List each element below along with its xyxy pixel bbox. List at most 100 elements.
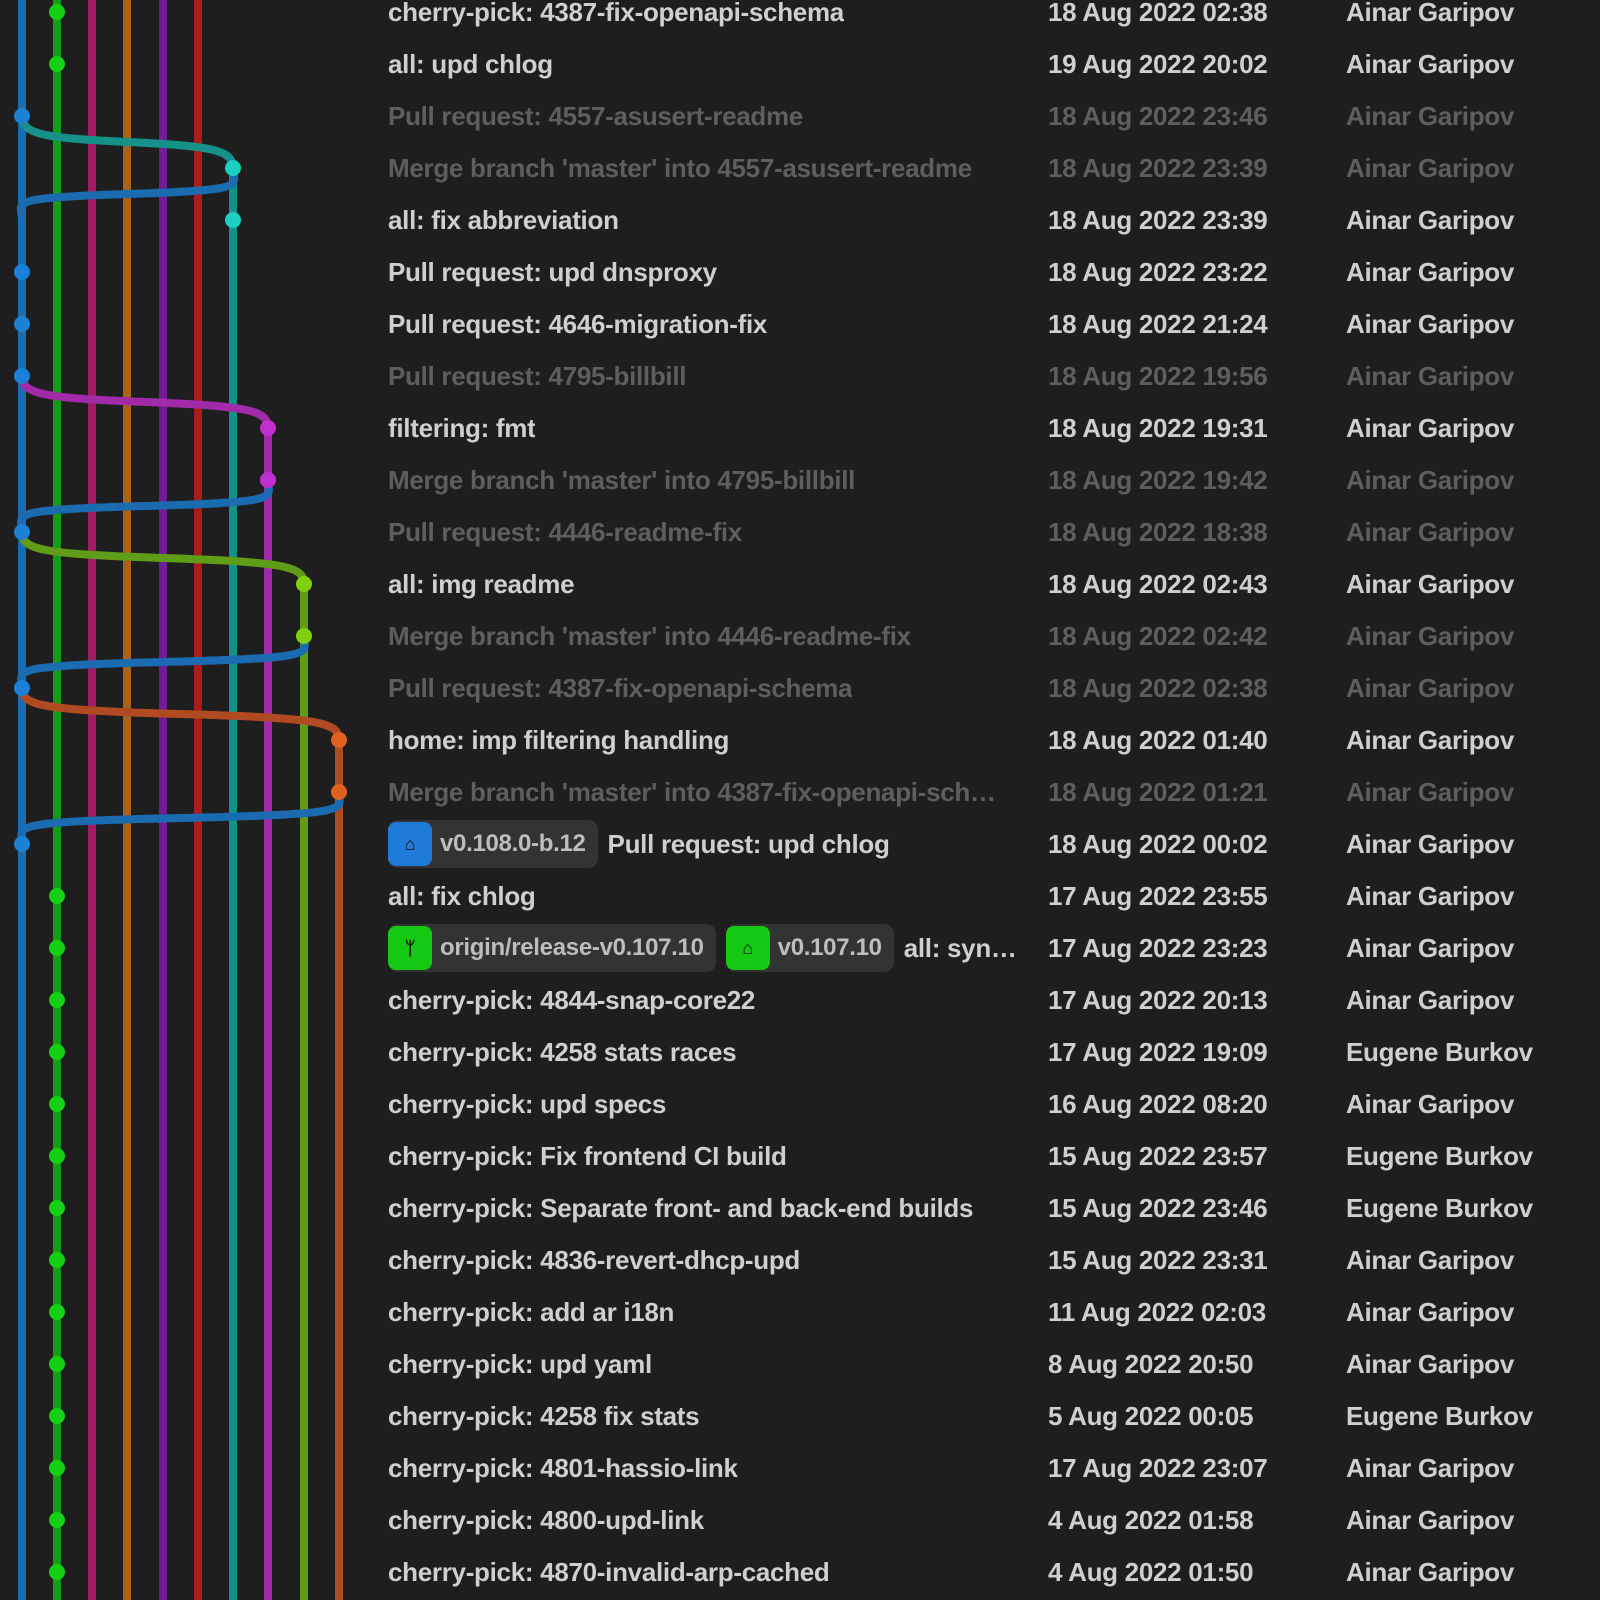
commit-row[interactable]: all: upd chlog 19 Aug 2022 20:02 Ainar Gar…	[0, 38, 1600, 90]
commit-row[interactable]: cherry-pick: 4801-hassio-link 17 Aug 2022…	[0, 1442, 1600, 1494]
commit-author: Eugene Burkov	[1346, 1192, 1533, 1223]
commit-message-text: Pull request: 4795-billbill	[388, 360, 687, 391]
commit-row[interactable]: Pull request: upd dnsproxy 18 Aug 2022 23…	[0, 246, 1600, 298]
commit-row[interactable]: all: fix abbreviation 18 Aug 2022 23:39 Ai…	[0, 194, 1600, 246]
commit-row[interactable]: ⌂ v0.108.0-b.12 Pull request: upd chlog 18 …	[0, 818, 1600, 870]
commit-row[interactable]: cherry-pick: add ar i18n 11 Aug 2022 02:0…	[0, 1286, 1600, 1338]
commit-row[interactable]: all: fix chlog 17 Aug 2022 23:55 Ainar Gar…	[0, 870, 1600, 922]
commit-message-text: cherry-pick: 4870-invalid-arp-cached	[388, 1556, 830, 1587]
ref-label: v0.108.0-b.12	[440, 830, 586, 857]
commit-message-text: Merge branch 'master' into 4557-asusert-…	[388, 152, 972, 183]
commit-message: cherry-pick: upd yaml	[388, 1349, 1028, 1380]
commit-row[interactable]: home: imp filtering handling 18 Aug 2022 …	[0, 714, 1600, 766]
commit-row[interactable]: Merge branch 'master' into 4795-billbill…	[0, 454, 1600, 506]
commit-message: cherry-pick: 4844-snap-core22	[388, 985, 1028, 1016]
commit-row[interactable]: Merge branch 'master' into 4557-asusert-…	[0, 142, 1600, 194]
commit-row[interactable]: cherry-pick: 4800-upd-link 4 Aug 2022 01:…	[0, 1494, 1600, 1546]
commit-message-text: cherry-pick: 4800-upd-link	[388, 1504, 704, 1535]
commit-author: Ainar Garipov	[1346, 932, 1515, 963]
commit-date: 18 Aug 2022 01:40	[1048, 724, 1268, 755]
tag-badge[interactable]: ⌂ v0.108.0-b.12	[388, 820, 598, 868]
commit-row[interactable]: filtering: fmt 18 Aug 2022 19:31 Ainar Gar…	[0, 402, 1600, 454]
commit-author: Ainar Garipov	[1346, 204, 1515, 235]
commit-date: 19 Aug 2022 20:02	[1048, 48, 1268, 79]
commit-author: Ainar Garipov	[1346, 776, 1515, 807]
commit-message-text: cherry-pick: 4258 fix stats	[388, 1400, 700, 1431]
tag-icon: ⌂	[388, 822, 432, 866]
commit-row[interactable]: cherry-pick: Separate front- and back-en…	[0, 1182, 1600, 1234]
commit-message: cherry-pick: upd specs	[388, 1089, 1028, 1120]
commit-row[interactable]: all: img readme 18 Aug 2022 02:43 Ainar Ga…	[0, 558, 1600, 610]
commit-date: 18 Aug 2022 23:46	[1048, 100, 1268, 131]
commit-message: cherry-pick: 4801-hassio-link	[388, 1453, 1028, 1484]
commit-row[interactable]: cherry-pick: Fix frontend CI build 15 Aug…	[0, 1130, 1600, 1182]
commit-message: Pull request: 4446-readme-fix	[388, 517, 1028, 548]
commit-row[interactable]: Pull request: 4387-fix-openapi-schema 18 …	[0, 662, 1600, 714]
commit-message-text: Merge branch 'master' into 4446-readme-f…	[388, 620, 911, 651]
commit-author: Ainar Garipov	[1346, 308, 1515, 339]
commit-message: Merge branch 'master' into 4446-readme-f…	[388, 621, 1028, 652]
tag-badge[interactable]: ⌂ v0.107.10	[725, 924, 894, 972]
commit-row[interactable]: Merge branch 'master' into 4387-fix-open…	[0, 766, 1600, 818]
commit-author: Ainar Garipov	[1346, 516, 1515, 547]
commit-message-text: cherry-pick: upd specs	[388, 1088, 667, 1119]
commit-row[interactable]: Pull request: 4795-billbill 18 Aug 2022 1…	[0, 350, 1600, 402]
commit-date: 18 Aug 2022 19:56	[1048, 360, 1268, 391]
commit-author: Ainar Garipov	[1346, 984, 1515, 1015]
commit-row[interactable]: Merge branch 'master' into 4446-readme-f…	[0, 610, 1600, 662]
commit-row[interactable]: cherry-pick: 4836-revert-dhcp-upd 15 Aug …	[0, 1234, 1600, 1286]
commit-row[interactable]: Pull request: 4646-migration-fix 18 Aug 2…	[0, 298, 1600, 350]
commit-author: Ainar Garipov	[1346, 828, 1515, 859]
commit-row[interactable]: cherry-pick: 4387-fix-openapi-schema 18 A…	[0, 0, 1600, 38]
commit-message-text: cherry-pick: Fix frontend CI build	[388, 1140, 787, 1171]
commit-date: 4 Aug 2022 01:50	[1048, 1556, 1254, 1587]
commit-row[interactable]: cherry-pick: 4258 fix stats 5 Aug 2022 00…	[0, 1390, 1600, 1442]
commit-message: cherry-pick: 4870-invalid-arp-cached	[388, 1557, 1028, 1588]
commit-date: 18 Aug 2022 00:02	[1048, 828, 1268, 859]
commit-author: Ainar Garipov	[1346, 48, 1515, 79]
commit-date: 18 Aug 2022 01:21	[1048, 776, 1268, 807]
commit-row[interactable]: Pull request: 4557-asusert-readme 18 Aug …	[0, 90, 1600, 142]
commit-date: 5 Aug 2022 00:05	[1048, 1400, 1254, 1431]
commit-message-text: all: fix abbreviation	[388, 204, 619, 235]
commit-date: 15 Aug 2022 23:57	[1048, 1140, 1268, 1171]
commit-message: ⌂ v0.108.0-b.12 Pull request: upd chlog	[388, 820, 1028, 868]
commit-author: Ainar Garipov	[1346, 360, 1515, 391]
commit-message-text: cherry-pick: 4258 stats races	[388, 1036, 737, 1067]
commit-author: Eugene Burkov	[1346, 1140, 1533, 1171]
commit-row[interactable]: cherry-pick: upd specs 16 Aug 2022 08:20 A…	[0, 1078, 1600, 1130]
commit-message: cherry-pick: 4258 stats races	[388, 1037, 1028, 1068]
commit-author: Eugene Burkov	[1346, 1400, 1533, 1431]
commit-author: Ainar Garipov	[1346, 1452, 1515, 1483]
commit-date: 18 Aug 2022 21:24	[1048, 308, 1268, 339]
commit-row[interactable]: ᛘ origin/release-v0.107.10 ⌂ v0.107.10 all: …	[0, 922, 1600, 974]
commit-message: Pull request: 4646-migration-fix	[388, 309, 1028, 340]
commit-row[interactable]: Pull request: 4446-readme-fix 18 Aug 2022…	[0, 506, 1600, 558]
commit-row[interactable]: cherry-pick: 4844-snap-core22 17 Aug 2022…	[0, 974, 1600, 1026]
commit-date: 18 Aug 2022 02:38	[1048, 0, 1268, 27]
branch-badge[interactable]: ᛘ origin/release-v0.107.10	[388, 924, 716, 972]
ref-label: origin/release-v0.107.10	[440, 934, 704, 961]
commit-message: all: fix chlog	[388, 881, 1028, 912]
commit-date: 18 Aug 2022 02:38	[1048, 672, 1268, 703]
commit-message-text: Merge branch 'master' into 4387-fix-open…	[388, 776, 996, 807]
commit-row[interactable]: cherry-pick: 4870-invalid-arp-cached 4 Au…	[0, 1546, 1600, 1598]
commit-message: cherry-pick: Fix frontend CI build	[388, 1141, 1028, 1172]
commit-message-text: Pull request: 4387-fix-openapi-schema	[388, 672, 853, 703]
commit-author: Ainar Garipov	[1346, 256, 1515, 287]
commit-author: Ainar Garipov	[1346, 620, 1515, 651]
commit-message: cherry-pick: 4800-upd-link	[388, 1505, 1028, 1536]
commit-date: 18 Aug 2022 19:31	[1048, 412, 1268, 443]
commit-row[interactable]: cherry-pick: upd yaml 8 Aug 2022 20:50 Ain…	[0, 1338, 1600, 1390]
commit-message: cherry-pick: Separate front- and back-en…	[388, 1193, 1028, 1224]
commit-message-text: cherry-pick: upd yaml	[388, 1348, 652, 1379]
commit-message: cherry-pick: 4387-fix-openapi-schema	[388, 0, 1028, 28]
commit-date: 15 Aug 2022 23:31	[1048, 1244, 1268, 1275]
commit-date: 18 Aug 2022 02:43	[1048, 568, 1268, 599]
tag-icon: ⌂	[725, 926, 770, 970]
commit-row[interactable]: cherry-pick: 4258 stats races 17 Aug 2022…	[0, 1026, 1600, 1078]
commit-message-text: Pull request: 4646-migration-fix	[388, 308, 768, 339]
commit-author: Ainar Garipov	[1346, 672, 1515, 703]
branch-icon: ᛘ	[388, 926, 432, 970]
commit-author: Ainar Garipov	[1346, 568, 1515, 599]
